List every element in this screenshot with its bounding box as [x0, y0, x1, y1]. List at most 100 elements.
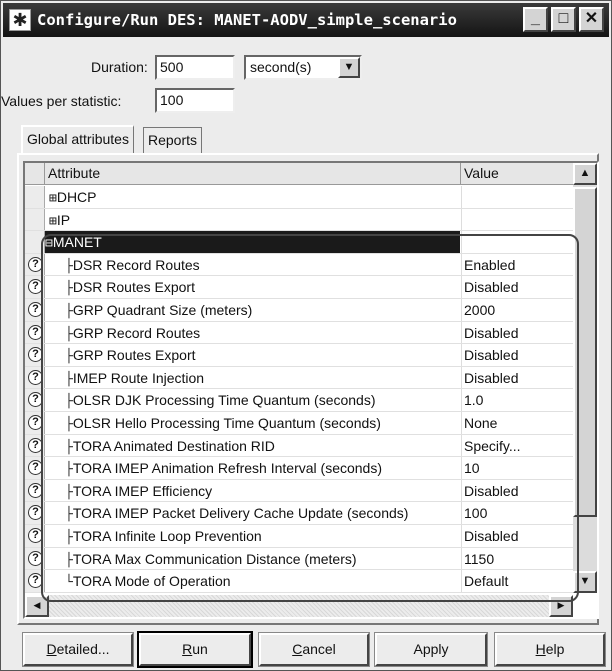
- attribute-value[interactable]: Default: [461, 570, 573, 592]
- table-row[interactable]: ? ├TORA Max Communication Distance (meter…: [25, 547, 573, 571]
- help-icon[interactable]: ?: [28, 324, 43, 340]
- table-row[interactable]: ? ├TORA Infinite Loop Prevention Disabled: [25, 525, 573, 548]
- chevron-down-icon[interactable]: ▼: [338, 57, 360, 78]
- apply-label: Apply: [413, 641, 449, 657]
- help-icon[interactable]: ?: [28, 505, 43, 521]
- expand-icon[interactable]: ⊞: [49, 191, 57, 206]
- group-row-dhcp[interactable]: ⊞DHCP: [25, 186, 573, 209]
- attribute-value[interactable]: 1150: [461, 547, 573, 570]
- row-gutter: ?: [25, 525, 45, 547]
- attribute-value[interactable]: Disabled: [461, 525, 573, 547]
- scroll-thumb[interactable]: [573, 187, 597, 517]
- close-icon[interactable]: ✕: [579, 7, 604, 32]
- values-per-statistic-input[interactable]: 100: [155, 88, 235, 113]
- detailed-button[interactable]: Detailed...: [22, 632, 134, 667]
- row-gutter: [25, 186, 45, 208]
- attribute-name: ├TORA Animated Destination RID: [65, 435, 275, 459]
- attribute-value[interactable]: 10: [461, 457, 573, 479]
- value-column-header[interactable]: Value: [461, 163, 573, 185]
- table-row[interactable]: ? └TORA Mode of Operation Default: [25, 570, 573, 593]
- attribute-label: TORA IMEP Efficiency: [72, 482, 213, 499]
- minimize-icon[interactable]: _: [523, 7, 548, 32]
- cancel-button[interactable]: Cancel: [258, 632, 370, 667]
- table-row[interactable]: ? ├GRP Quadrant Size (meters) 2000: [25, 299, 573, 322]
- attribute-value[interactable]: Disabled: [461, 344, 573, 366]
- row-gutter: ?: [25, 570, 45, 592]
- table-row[interactable]: ? ├TORA IMEP Animation Refresh Interval (…: [25, 457, 573, 480]
- row-gutter: ?: [25, 389, 45, 411]
- collapse-icon[interactable]: ⊟: [45, 236, 53, 251]
- apply-button[interactable]: Apply: [374, 632, 488, 667]
- help-icon[interactable]: ?: [28, 573, 43, 589]
- scroll-left-icon[interactable]: ◀: [25, 595, 49, 617]
- table-row[interactable]: ? ├OLSR Hello Processing Time Quantum (se…: [25, 412, 573, 435]
- attribute-label: GRP Quadrant Size (meters): [72, 302, 253, 318]
- table-row[interactable]: ? ├OLSR DJK Processing Time Quantum (seco…: [25, 389, 573, 412]
- tab-global-attributes[interactable]: Global attributes: [21, 125, 134, 153]
- attribute-value[interactable]: Disabled: [461, 479, 573, 502]
- group-row-manet[interactable]: ⊟MANET: [25, 231, 573, 254]
- group-value: [461, 208, 573, 231]
- group-row-ip[interactable]: ⊞IP: [25, 208, 573, 232]
- vertical-scrollbar[interactable]: ▲ ▼: [573, 163, 597, 593]
- tree-branch: ├: [65, 507, 73, 523]
- help-button[interactable]: Help: [494, 632, 606, 667]
- attribute-value[interactable]: None: [461, 412, 573, 434]
- row-gutter: ?: [25, 547, 45, 570]
- help-icon[interactable]: ?: [28, 482, 43, 498]
- attribute-value[interactable]: Disabled: [461, 276, 573, 298]
- table-row[interactable]: ? ├DSR Record Routes Enabled: [25, 253, 573, 277]
- attribute-value[interactable]: Disabled: [461, 366, 573, 389]
- help-icon[interactable]: ?: [28, 256, 43, 272]
- attribute-name: ├DSR Routes Export: [65, 276, 195, 300]
- table-row[interactable]: ? ├TORA IMEP Packet Delivery Cache Update…: [25, 502, 573, 525]
- run-button[interactable]: Run: [137, 631, 253, 668]
- row-gutter: ?: [25, 479, 45, 502]
- help-icon[interactable]: ?: [28, 392, 43, 408]
- attribute-label: OLSR DJK Processing Time Quantum (second…: [72, 392, 376, 409]
- attribute-value[interactable]: 2000: [461, 299, 573, 321]
- help-icon[interactable]: ?: [28, 550, 43, 566]
- expand-icon[interactable]: ⊞: [49, 214, 57, 229]
- table-row[interactable]: ? ├IMEP Route Injection Disabled: [25, 366, 573, 390]
- scroll-down-icon[interactable]: ▼: [573, 571, 597, 593]
- duration-unit-select[interactable]: second(s) ▼: [244, 55, 362, 80]
- table-row[interactable]: ? ├GRP Record Routes Disabled: [25, 321, 573, 345]
- attribute-value[interactable]: 100: [461, 502, 573, 524]
- help-icon[interactable]: ?: [28, 460, 43, 476]
- help-icon[interactable]: ?: [28, 347, 43, 363]
- help-icon[interactable]: ?: [28, 437, 43, 453]
- row-gutter: [25, 208, 45, 231]
- row-gutter: ?: [25, 276, 45, 298]
- table-row[interactable]: ? ├TORA Animated Destination RID Specify..…: [25, 434, 573, 459]
- help-icon[interactable]: ?: [28, 415, 43, 430]
- help-icon[interactable]: ?: [28, 302, 43, 317]
- tree-branch: ├: [65, 484, 73, 500]
- attribute-label: DSR Routes Export: [72, 279, 195, 296]
- help-icon[interactable]: ?: [28, 369, 43, 385]
- scroll-up-icon[interactable]: ▲: [573, 163, 597, 185]
- attribute-column-header[interactable]: Attribute: [45, 163, 461, 185]
- maximize-icon[interactable]: □: [551, 7, 576, 32]
- duration-input[interactable]: 500: [155, 55, 235, 80]
- horizontal-scrollbar[interactable]: ◀ ▶: [25, 595, 573, 617]
- scroll-right-icon[interactable]: ▶: [549, 595, 573, 617]
- row-gutter: ?: [25, 412, 45, 434]
- group-name-dhcp: DHCP: [56, 189, 97, 205]
- run-mnemonic: R: [182, 641, 193, 657]
- attribute-value[interactable]: Disabled: [461, 321, 573, 344]
- title-bar[interactable]: ✱ Configure/Run DES: MANET-AODV_simple_s…: [3, 3, 609, 37]
- attribute-value[interactable]: Specify...: [461, 434, 573, 457]
- help-icon[interactable]: ?: [28, 528, 43, 543]
- attribute-label: TORA Max Communication Distance (meters): [72, 550, 357, 567]
- attribute-label: DSR Record Routes: [72, 256, 200, 273]
- table-row[interactable]: ? ├TORA IMEP Efficiency Disabled: [25, 479, 573, 503]
- window-title: Configure/Run DES: MANET-AODV_simple_sce…: [37, 11, 457, 29]
- help-icon[interactable]: ?: [28, 279, 43, 295]
- attribute-value[interactable]: Enabled: [461, 253, 573, 276]
- table-row[interactable]: ? ├GRP Routes Export Disabled: [25, 344, 573, 367]
- attribute-table: Attribute Value ⊞DHCP ⊞IP ⊟MANET ? ├DSR R…: [23, 161, 599, 619]
- tab-reports[interactable]: Reports: [143, 127, 203, 155]
- attribute-value[interactable]: 1.0: [461, 389, 573, 411]
- table-row[interactable]: ? ├DSR Routes Export Disabled: [25, 276, 573, 299]
